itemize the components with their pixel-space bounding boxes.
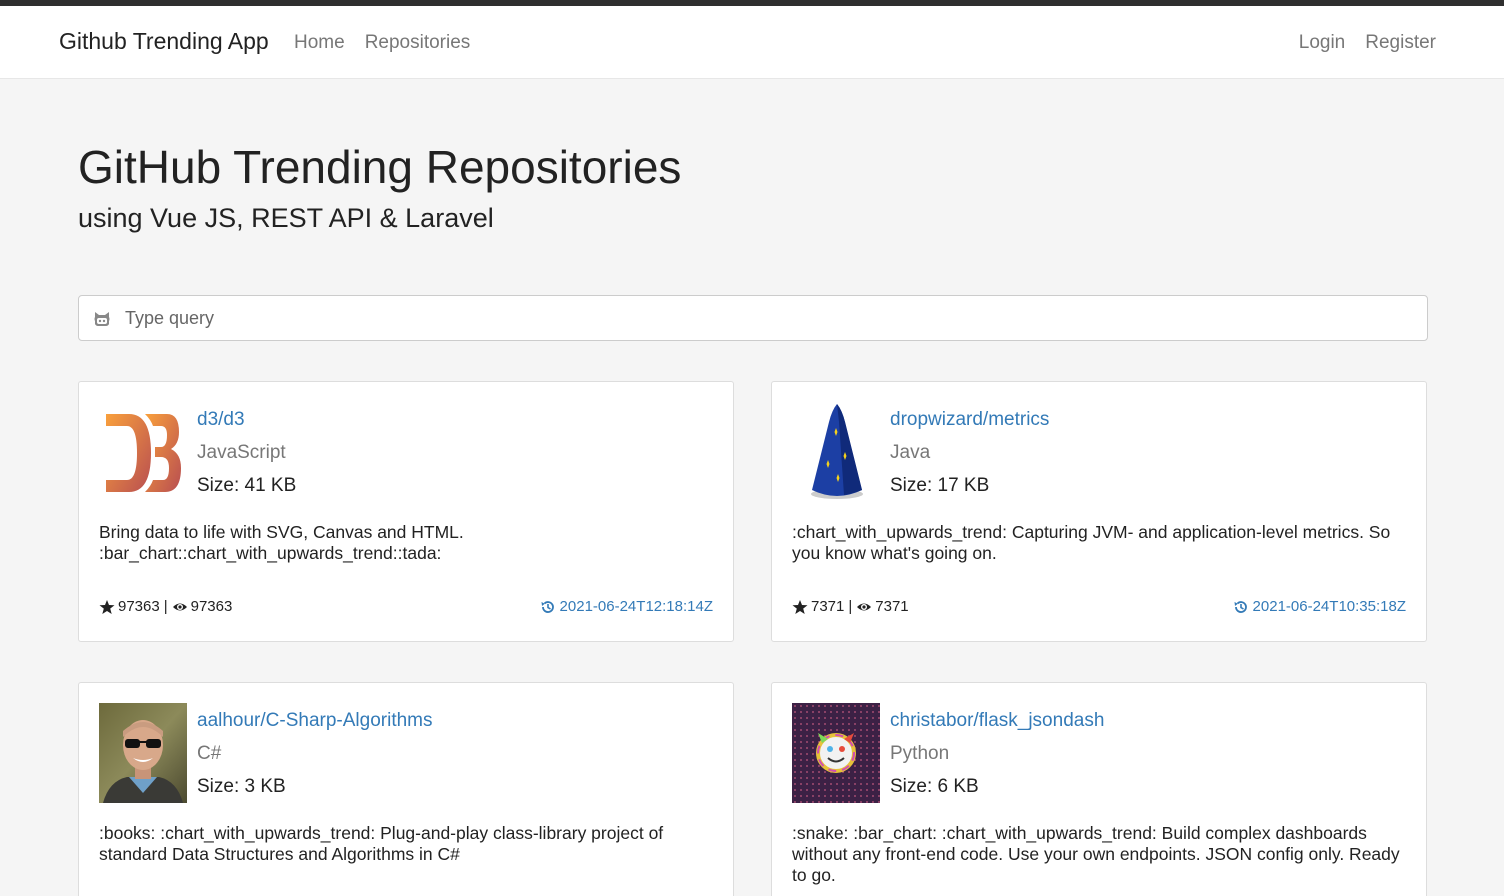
history-icon: [1234, 600, 1247, 613]
updated-timestamp: 2021-06-24T10:35:18Z: [1252, 598, 1406, 615]
repo-description: :chart_with_upwards_trend: Capturing JVM…: [792, 522, 1391, 563]
repo-description: :snake: :bar_chart: :chart_with_upwards_…: [792, 823, 1400, 885]
repo-size: Size: 3 KB: [197, 776, 286, 797]
repo-name-link[interactable]: dropwizard/metrics: [890, 409, 1049, 431]
nav-left: Home Repositories: [294, 32, 470, 54]
repo-name-link[interactable]: aalhour/C-Sharp-Algorithms: [197, 710, 433, 732]
eye-icon: [857, 603, 872, 610]
repo-description: Bring data to life with SVG, Canvas and …: [99, 522, 464, 563]
repo-card: christabor/flask_jsondash Python Size: 6…: [771, 682, 1427, 896]
user-avatar-pattern: [792, 703, 880, 803]
nav-home-link[interactable]: Home: [294, 32, 345, 54]
github-icon: [94, 312, 110, 326]
page-subtitle: using Vue JS, REST API & Laravel: [78, 203, 494, 233]
star-count: 97363: [118, 598, 160, 615]
history-icon: [541, 600, 554, 613]
nav-register-link[interactable]: Register: [1365, 32, 1436, 54]
updated-timestamp: 2021-06-24T12:18:14Z: [559, 598, 713, 615]
repo-stats: 97363 | 97363: [99, 598, 232, 615]
search-input[interactable]: [125, 305, 1415, 332]
watcher-count: 97363: [190, 598, 233, 615]
eye-icon: [172, 603, 187, 610]
nav-repositories-link[interactable]: Repositories: [365, 32, 471, 54]
nav-login-link[interactable]: Login: [1299, 32, 1346, 54]
wizard-hat-logo-icon: [792, 402, 880, 502]
page-title: GitHub Trending Repositories: [78, 141, 682, 193]
repo-updated-link[interactable]: 2021-06-24T10:35:18Z: [1233, 598, 1406, 615]
repo-language: Python: [890, 743, 950, 764]
star-icon: [792, 599, 808, 614]
repo-updated-link[interactable]: 2021-06-24T12:18:14Z: [540, 598, 713, 615]
repo-size: Size: 41 KB: [197, 475, 297, 496]
d3-logo-icon: [99, 402, 187, 502]
repo-language: C#: [197, 743, 222, 764]
search-box: [78, 295, 1428, 341]
user-photo-avatar: [99, 703, 187, 803]
repo-language: JavaScript: [197, 442, 286, 463]
repo-name-link[interactable]: d3/d3: [197, 409, 245, 431]
stats-separator: |: [163, 598, 168, 615]
repo-description: :books: :chart_with_upwards_trend: Plug-…: [99, 823, 664, 864]
repo-card: aalhour/C-Sharp-Algorithms C# Size: 3 KB…: [78, 682, 734, 896]
repo-name-link[interactable]: christabor/flask_jsondash: [890, 710, 1104, 732]
repo-stats: 7371 | 7371: [792, 598, 909, 615]
star-icon: [99, 599, 115, 614]
repo-card: d3/d3 JavaScript Size: 41 KB Bring data …: [78, 381, 734, 642]
brand-link[interactable]: Github Trending App: [59, 28, 269, 55]
repo-size: Size: 17 KB: [890, 475, 990, 496]
nav-right: Login Register: [1299, 32, 1436, 54]
stats-separator: |: [848, 598, 853, 615]
star-count: 7371: [811, 598, 845, 615]
repo-language: Java: [890, 442, 931, 463]
repo-card: dropwizard/metrics Java Size: 17 KB :cha…: [771, 381, 1427, 642]
navbar: Github Trending App Home Repositories Lo…: [0, 6, 1504, 79]
repo-size: Size: 6 KB: [890, 776, 979, 797]
watcher-count: 7371: [875, 598, 909, 615]
